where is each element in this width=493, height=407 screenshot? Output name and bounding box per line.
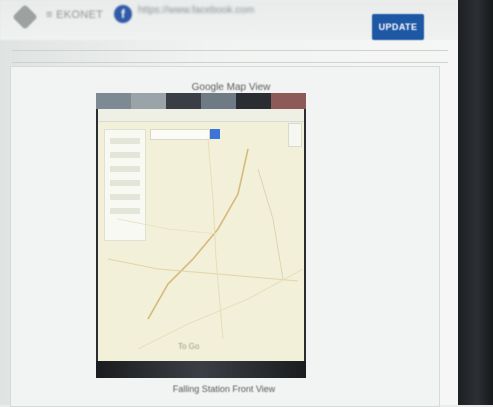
- phone-status-bar: [96, 93, 306, 109]
- map-screenshot: To Go: [96, 93, 306, 378]
- divider: [12, 62, 448, 63]
- phone-navigation-bar: [96, 361, 306, 378]
- map-label: To Go: [178, 342, 200, 351]
- map-area: To Go: [98, 109, 304, 361]
- social-link-text[interactable]: https://www.facebook.com: [138, 5, 258, 16]
- facebook-icon[interactable]: f: [114, 5, 132, 23]
- divider: [12, 50, 448, 51]
- update-button[interactable]: UPDATE: [372, 14, 424, 40]
- brand-name[interactable]: ≡ EKONET: [46, 9, 103, 21]
- map-roads: [107, 138, 304, 350]
- monitor-bezel: [458, 0, 493, 405]
- screen: ≡ EKONET f https://www.facebook.com UPDA…: [0, 0, 462, 407]
- map-view-title: Google Map View: [191, 82, 271, 93]
- brand-diamond-icon[interactable]: [12, 4, 38, 30]
- front-view-title: Falling Station Front View: [172, 384, 276, 394]
